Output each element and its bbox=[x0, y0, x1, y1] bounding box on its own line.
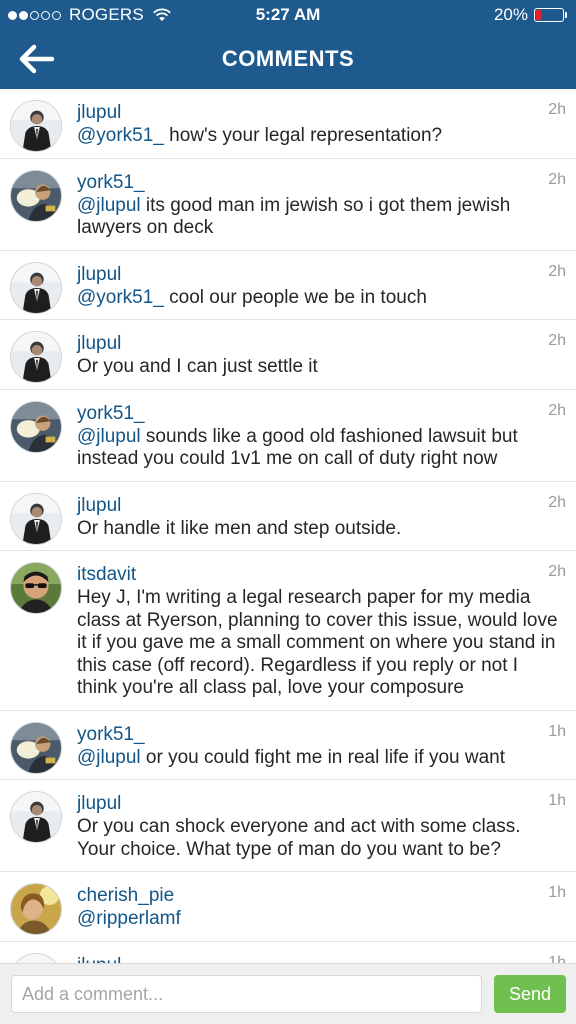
comment-item[interactable]: york51_ 2h @jlupul its good man im jewish … bbox=[0, 159, 576, 251]
avatar[interactable] bbox=[10, 791, 62, 843]
avatar[interactable] bbox=[10, 169, 62, 222]
comment-body: Hey J, I'm writing a legal research pape… bbox=[77, 587, 558, 698]
comment-body: Or you and I can just settle it bbox=[77, 356, 318, 377]
comment-timestamp: 2h bbox=[548, 401, 566, 419]
status-right: 20% bbox=[493, 5, 567, 25]
comment-list[interactable]: jlupul 2h @york51_ how's your legal repres… bbox=[0, 89, 576, 963]
comment-username[interactable]: jlupul bbox=[77, 263, 562, 287]
comment-item[interactable]: itsdavit 2h Hey J, I'm writing a legal res… bbox=[0, 551, 576, 711]
comment-username[interactable]: itsdavit bbox=[77, 563, 562, 587]
comment-item[interactable]: cherish_pie 1h @ripperlamf bbox=[0, 872, 576, 942]
comment-username[interactable]: jlupul bbox=[77, 332, 562, 356]
comment-text: @york51_ cool our people we be in touch bbox=[77, 287, 562, 310]
comment-body: how's your legal representation? bbox=[163, 125, 443, 146]
comment-body: cool our people we be in touch bbox=[163, 286, 427, 308]
comment-username[interactable]: jlupul bbox=[77, 792, 562, 816]
comment-item[interactable]: york51_ 2h @jlupul sounds like a good old … bbox=[0, 390, 576, 482]
comment-body: its good man im jewish so i got them jew… bbox=[77, 194, 511, 239]
comment-text: @jlupul sounds like a good old fashioned… bbox=[77, 426, 562, 471]
comment-username[interactable]: jlupul bbox=[77, 101, 562, 125]
avatar[interactable] bbox=[10, 952, 62, 963]
avatar[interactable] bbox=[10, 100, 62, 152]
battery-icon bbox=[534, 8, 567, 22]
comment-text: @jlupul or you could fight me in real li… bbox=[77, 747, 562, 770]
avatar[interactable] bbox=[10, 261, 62, 314]
clock: 5:27 AM bbox=[255, 5, 321, 24]
comment-timestamp: 2h bbox=[548, 262, 566, 280]
battery-level-fill bbox=[536, 10, 541, 20]
comment-username[interactable]: york51_ bbox=[77, 402, 562, 426]
comment-username[interactable]: cherish_pie bbox=[77, 884, 562, 908]
comment-item[interactable]: jlupul1h bbox=[0, 942, 576, 964]
comment-timestamp: 2h bbox=[548, 493, 566, 511]
comment-text: @york51_ how's your legal representation… bbox=[77, 125, 562, 148]
comment-item[interactable]: york51_ 1h @jlupul or you could fight me i… bbox=[0, 711, 576, 780]
header: COMMENTS bbox=[0, 30, 576, 89]
comment-mention[interactable]: @jlupul bbox=[77, 747, 141, 768]
avatar[interactable] bbox=[10, 721, 62, 774]
comment-text: Or you and I can just settle it bbox=[77, 356, 562, 379]
comment-item[interactable]: jlupul 2h Or you and I can just settle it bbox=[0, 320, 576, 390]
comment-body: Or you can shock everyone and act with s… bbox=[77, 816, 521, 860]
comment-input[interactable] bbox=[11, 975, 482, 1013]
comment-text: Or handle it like men and step outside. bbox=[77, 518, 562, 541]
comment-body: Or handle it like men and step outside. bbox=[77, 517, 402, 539]
comment-mention[interactable]: @york51_ bbox=[77, 125, 164, 146]
comment-body: or you could fight me in real life if yo… bbox=[140, 746, 506, 768]
avatar[interactable] bbox=[10, 400, 62, 453]
comment-item[interactable]: jlupul 2h Or handle it like men and step o… bbox=[0, 482, 576, 551]
comment-item[interactable]: jlupul 1h Or you can shock everyone and ac… bbox=[0, 780, 576, 872]
comment-timestamp: 2h bbox=[548, 101, 566, 118]
avatar[interactable] bbox=[10, 562, 62, 614]
comment-item[interactable]: jlupul 2h @york51_ how's your legal repres… bbox=[0, 89, 576, 159]
comment-timestamp: 2h bbox=[548, 170, 566, 188]
avatar[interactable] bbox=[10, 883, 62, 935]
comment-mention[interactable]: @jlupul bbox=[77, 195, 141, 216]
avatar[interactable] bbox=[10, 492, 62, 545]
comment-timestamp: 2h bbox=[548, 332, 566, 349]
top-bar: ROGERS 5:27 AM 20% COMMENTS bbox=[0, 0, 576, 89]
comment-item[interactable]: jlupul 2h @york51_ cool our people we be i… bbox=[0, 251, 576, 320]
comment-text: @ripperlamf bbox=[77, 908, 562, 931]
comment-timestamp: 1h bbox=[548, 884, 566, 901]
comment-mention[interactable]: @ripperlamf bbox=[77, 908, 181, 929]
comment-username[interactable]: jlupul bbox=[77, 494, 562, 518]
comment-text: @jlupul its good man im jewish so i got … bbox=[77, 195, 562, 240]
comment-mention[interactable]: @jlupul bbox=[77, 426, 141, 447]
comment-mention[interactable]: @york51_ bbox=[77, 287, 164, 308]
comment-username[interactable]: jlupul bbox=[77, 954, 562, 964]
send-button[interactable]: Send bbox=[494, 975, 566, 1013]
comment-username[interactable]: york51_ bbox=[77, 723, 562, 747]
comment-timestamp: 1h bbox=[548, 953, 566, 964]
status-bar: ROGERS 5:27 AM 20% bbox=[0, 0, 576, 30]
comment-username[interactable]: york51_ bbox=[77, 171, 562, 195]
comment-text: Hey J, I'm writing a legal research pape… bbox=[77, 587, 562, 700]
comment-timestamp: 2h bbox=[548, 563, 566, 580]
avatar[interactable] bbox=[10, 331, 62, 383]
page-title: COMMENTS bbox=[221, 46, 355, 71]
comment-text: Or you can shock everyone and act with s… bbox=[77, 816, 562, 861]
comment-body: sounds like a good old fashioned lawsuit… bbox=[77, 425, 518, 470]
battery-percent: 20% bbox=[493, 5, 528, 24]
comment-timestamp: 1h bbox=[548, 722, 566, 740]
comment-composer: Send bbox=[0, 963, 576, 1024]
comment-timestamp: 1h bbox=[548, 792, 566, 809]
